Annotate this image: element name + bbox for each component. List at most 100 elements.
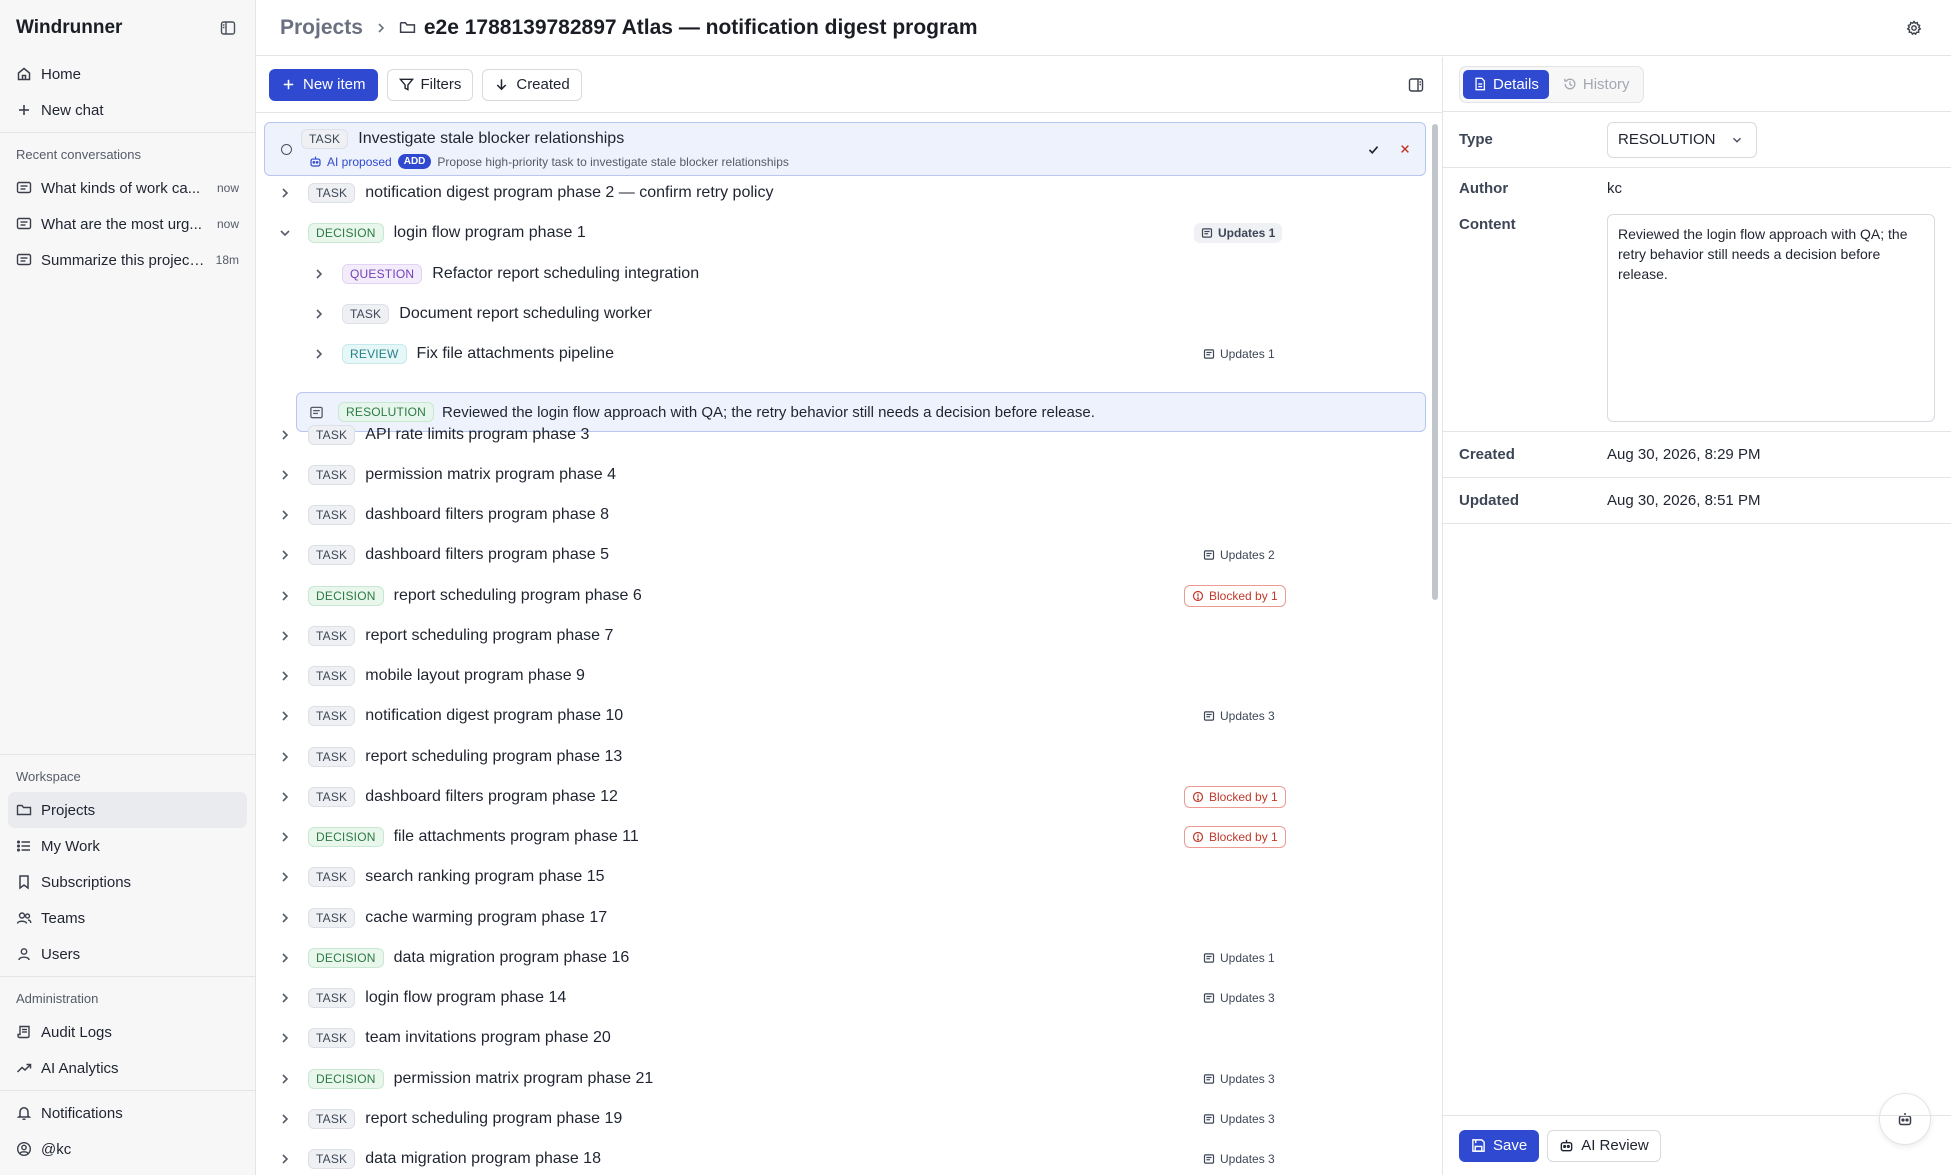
sidebar-item-users[interactable]: Users bbox=[8, 936, 247, 972]
item-row[interactable]: TASK dashboard filters program phase 5 Upd… bbox=[266, 535, 1426, 575]
item-row[interactable]: TASK cache warming program phase 17 bbox=[266, 898, 1426, 938]
ai-review-label: AI Review bbox=[1581, 1137, 1649, 1154]
chevron-right-icon[interactable] bbox=[274, 987, 296, 1009]
sidebar-item-my-work[interactable]: My Work bbox=[8, 828, 247, 864]
tab-details[interactable]: Details bbox=[1463, 69, 1549, 99]
item-row[interactable]: TASK permission matrix program phase 4 bbox=[266, 455, 1426, 495]
blocked-badge[interactable]: Blocked by 1 bbox=[1184, 826, 1286, 848]
item-row[interactable]: QUESTION Refactor report scheduling integ… bbox=[266, 254, 1426, 294]
updates-badge[interactable]: Updates 2 bbox=[1196, 545, 1282, 565]
ai-proposal-row[interactable]: TASK Investigate stale blocker relations… bbox=[264, 122, 1426, 176]
blocked-badge[interactable]: Blocked by 1 bbox=[1184, 785, 1286, 808]
administration-heading: Administration bbox=[16, 991, 99, 1006]
chevron-right-icon[interactable] bbox=[274, 625, 296, 647]
chevron-right-icon[interactable] bbox=[274, 544, 296, 566]
item-row[interactable]: TASK notification digest program phase 10… bbox=[266, 696, 1426, 736]
chevron-right-icon[interactable] bbox=[274, 786, 296, 808]
chevron-right-icon[interactable] bbox=[274, 1068, 296, 1090]
ai-review-button[interactable]: AI Review bbox=[1547, 1129, 1661, 1162]
chevron-right-icon[interactable] bbox=[274, 585, 296, 607]
updates-badge[interactable]: Updates 1 bbox=[1194, 223, 1283, 244]
collapse-sidebar-icon[interactable] bbox=[215, 15, 241, 41]
content-textarea[interactable]: Reviewed the login flow approach with QA… bbox=[1607, 214, 1935, 422]
item-row[interactable]: TASK Document report scheduling worker bbox=[266, 294, 1426, 334]
conversation-item[interactable]: Summarize this project ... 18m bbox=[8, 242, 247, 278]
chevron-right-icon[interactable] bbox=[274, 947, 296, 969]
type-select[interactable]: RESOLUTION bbox=[1607, 121, 1757, 158]
sidebar-item-user-profile[interactable]: @kc bbox=[8, 1131, 247, 1167]
item-row[interactable]: TASK data migration program phase 18 Updat… bbox=[266, 1139, 1426, 1175]
created-field-row: Created Aug 30, 2026, 8:29 PM bbox=[1443, 432, 1951, 478]
sidebar-item-home[interactable]: Home bbox=[8, 56, 247, 92]
scrollbar-thumb[interactable] bbox=[1432, 124, 1438, 600]
conversation-item[interactable]: What kinds of work ca... now bbox=[8, 170, 247, 206]
updates-badge[interactable]: Updates 1 bbox=[1196, 948, 1282, 968]
chevron-right-icon[interactable] bbox=[274, 1148, 296, 1170]
item-title: report scheduling program phase 19 bbox=[365, 1109, 623, 1127]
updates-badge[interactable]: Updates 3 bbox=[1196, 1149, 1282, 1169]
item-title: notification digest program phase 10 bbox=[365, 707, 624, 725]
tab-history[interactable]: History bbox=[1553, 70, 1640, 99]
sidebar-item-teams[interactable]: Teams bbox=[8, 900, 247, 936]
chevron-right-icon[interactable] bbox=[274, 665, 296, 687]
sort-created-button[interactable]: Created bbox=[482, 68, 582, 101]
proposal-select-radio[interactable] bbox=[281, 144, 292, 155]
chevron-right-icon[interactable] bbox=[308, 303, 330, 325]
chevron-right-icon[interactable] bbox=[274, 866, 296, 888]
accept-check-icon[interactable] bbox=[1365, 141, 1381, 157]
settings-gear-icon[interactable] bbox=[1901, 15, 1927, 41]
item-row[interactable]: TASK dashboard filters program phase 8 bbox=[266, 495, 1426, 535]
updates-badge[interactable]: Updates 3 bbox=[1196, 1069, 1282, 1089]
sidebar-item-label: AI Analytics bbox=[41, 1059, 119, 1077]
item-row[interactable]: TASK search ranking program phase 15 bbox=[266, 857, 1426, 897]
updates-badge[interactable]: Updates 3 bbox=[1196, 988, 1282, 1008]
sidebar-item-new-chat[interactable]: New chat bbox=[8, 92, 247, 128]
conversation-item[interactable]: What are the most urg... now bbox=[8, 206, 247, 242]
item-row[interactable]: TASK notification digest program phase 2 … bbox=[266, 173, 1426, 213]
item-row[interactable]: DECISION report scheduling program phase … bbox=[266, 576, 1426, 616]
sidebar-item-ai-analytics[interactable]: AI Analytics bbox=[8, 1050, 247, 1086]
item-row[interactable]: DECISION login flow program phase 1 Update… bbox=[266, 213, 1426, 253]
chevron-right-icon[interactable] bbox=[308, 343, 330, 365]
updates-badge[interactable]: Updates 3 bbox=[1196, 706, 1282, 726]
chat-icon bbox=[16, 216, 32, 232]
chevron-right-icon[interactable] bbox=[308, 263, 330, 285]
item-row[interactable]: REVIEW Fix file attachments pipeline Updat… bbox=[266, 334, 1426, 374]
chevron-right-icon[interactable] bbox=[274, 1108, 296, 1130]
sidebar-item-notifications[interactable]: Notifications bbox=[8, 1095, 247, 1131]
chevron-right-icon[interactable] bbox=[274, 907, 296, 929]
breadcrumb-projects[interactable]: Projects bbox=[280, 16, 363, 40]
reject-close-icon[interactable] bbox=[1397, 141, 1413, 157]
item-row[interactable]: TASK API rate limits program phase 3 bbox=[266, 415, 1426, 455]
sidebar-item-projects[interactable]: Projects bbox=[8, 792, 247, 828]
chevron-right-icon[interactable] bbox=[274, 1027, 296, 1049]
sidebar-item-audit-logs[interactable]: Audit Logs bbox=[8, 1014, 247, 1050]
item-row[interactable]: TASK login flow program phase 14 Updates 3 bbox=[266, 978, 1426, 1018]
updates-badge[interactable]: Updates 3 bbox=[1196, 1109, 1282, 1129]
chevron-right-icon[interactable] bbox=[274, 826, 296, 848]
sidebar-item-subscriptions[interactable]: Subscriptions bbox=[8, 864, 247, 900]
item-row[interactable]: TASK report scheduling program phase 13 bbox=[266, 737, 1426, 777]
item-row[interactable]: TASK report scheduling program phase 19 Up… bbox=[266, 1099, 1426, 1139]
item-row[interactable]: TASK dashboard filters program phase 12 Bl… bbox=[266, 777, 1426, 817]
blocked-badge[interactable]: Blocked by 1 bbox=[1184, 584, 1286, 607]
chevron-right-icon[interactable] bbox=[274, 504, 296, 526]
chevron-right-icon[interactable] bbox=[274, 464, 296, 486]
item-row[interactable]: DECISION data migration program phase 16 U… bbox=[266, 938, 1426, 978]
filters-button[interactable]: Filters bbox=[386, 68, 474, 101]
item-row[interactable]: DECISION permission matrix program phase … bbox=[266, 1059, 1426, 1099]
chevron-down-icon[interactable] bbox=[274, 222, 296, 244]
item-row[interactable]: TASK team invitations program phase 20 bbox=[266, 1018, 1426, 1058]
item-row[interactable]: DECISION file attachments program phase 1… bbox=[266, 817, 1426, 857]
save-button[interactable]: Save bbox=[1459, 1129, 1540, 1162]
item-row[interactable]: TASK report scheduling program phase 7 bbox=[266, 616, 1426, 656]
updates-badge[interactable]: Updates 1 bbox=[1196, 344, 1282, 364]
item-row[interactable]: TASK mobile layout program phase 9 bbox=[266, 656, 1426, 696]
new-item-button[interactable]: New item bbox=[269, 68, 378, 101]
chevron-right-icon[interactable] bbox=[274, 182, 296, 204]
list-scrollbar[interactable] bbox=[1428, 114, 1442, 1175]
chevron-right-icon[interactable] bbox=[274, 746, 296, 768]
toggle-panel-icon[interactable] bbox=[1403, 72, 1429, 98]
chevron-right-icon[interactable] bbox=[274, 705, 296, 727]
chevron-right-icon[interactable] bbox=[274, 424, 296, 446]
